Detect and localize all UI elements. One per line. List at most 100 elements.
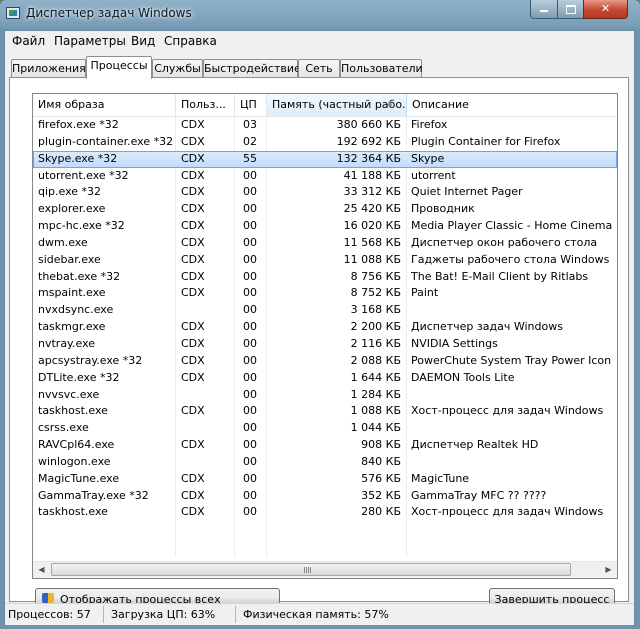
status-cpu: Загрузка ЦП: 63% (111, 608, 216, 621)
table-row[interactable]: nvvsvc.exe 00 1 284 КБ (33, 387, 617, 404)
process-description: The Bat! E-Mail Client by Ritlabs (411, 269, 589, 283)
table-row[interactable]: plugin-container.exe *32 CDX 02 192 692 КБ P… (33, 134, 617, 151)
menu-view[interactable]: Вид (131, 34, 155, 48)
table-row[interactable]: mspaint.exe CDX 00 8 752 КБ Paint (33, 285, 617, 302)
title-bar[interactable]: Диспетчер задач Windows ✕ (0, 0, 640, 30)
menu-options[interactable]: Параметры (54, 34, 126, 48)
table-row[interactable]: nvxdsync.exe 00 3 168 КБ (33, 302, 617, 319)
column-header-image-name[interactable]: Имя образа (33, 94, 176, 116)
close-button[interactable]: ✕ (583, 0, 628, 19)
tab-users[interactable]: Пользователи (340, 59, 423, 78)
table-row[interactable]: Skype.exe *32 CDX 55 132 364 КБ Skype (33, 150, 617, 168)
process-table: Имя образа Польз... ЦП ▲ Память (частный… (32, 93, 618, 579)
process-rows: firefox.exe *32 CDX 03 380 660 КБ Firefox plu… (33, 117, 617, 521)
menu-help[interactable]: Справка (164, 34, 217, 48)
table-row[interactable]: nvtray.exe CDX 00 2 116 КБ NVIDIA Settings (33, 336, 617, 353)
status-bar: Процессов: 57 Загрузка ЦП: 63% Физическа… (5, 603, 634, 625)
process-memory: 11 088 КБ (343, 252, 401, 266)
process-memory: 1 284 КБ (350, 387, 401, 401)
table-row[interactable]: RAVCpl64.exe CDX 00 908 КБ Диспетчер Realtek… (33, 437, 617, 454)
process-name: MagicTune.exe (38, 471, 120, 485)
process-description: PowerChute System Tray Power Icon (411, 353, 612, 367)
table-row[interactable]: apcsystray.exe *32 CDX 00 2 088 КБ PowerChut… (33, 353, 617, 370)
tab-applications[interactable]: Приложения (11, 59, 86, 78)
column-header-user[interactable]: Польз... (176, 94, 235, 116)
scrollbar-thumb[interactable] (51, 563, 571, 576)
process-description: Диспетчер задач Windows (411, 320, 563, 334)
process-user: CDX (181, 488, 205, 502)
process-name: firefox.exe *32 (38, 118, 119, 131)
tab-performance[interactable]: Быстродействие (203, 59, 301, 78)
process-name: taskhost.exe (38, 404, 108, 418)
process-user: CDX (181, 219, 205, 233)
table-row[interactable]: taskhost.exe CDX 00 280 КБ Хост-процесс для … (33, 504, 617, 521)
scroll-right-icon[interactable]: ▶ (600, 562, 617, 578)
table-row[interactable]: DTLite.exe *32 CDX 00 1 644 КБ DAEMON Tools … (33, 370, 617, 387)
table-row[interactable]: firefox.exe *32 CDX 03 380 660 КБ Firefox (33, 117, 617, 134)
process-name: winlogon.exe (38, 454, 111, 468)
process-user: CDX (181, 404, 205, 418)
minimize-button[interactable] (530, 0, 558, 19)
process-cpu: 00 (243, 252, 257, 266)
table-row[interactable]: taskmgr.exe CDX 00 2 200 КБ Диспетчер задач … (33, 319, 617, 336)
process-description: utorrent (411, 168, 456, 182)
process-memory: 380 660 КБ (336, 118, 401, 131)
scroll-left-icon[interactable]: ◀ (33, 562, 50, 578)
column-header-memory[interactable]: ▲ Память (частный рабо... (267, 94, 407, 116)
table-row[interactable]: mpc-hc.exe *32 CDX 00 16 020 КБ Media Player… (33, 218, 617, 235)
process-name: taskhost.exe (38, 505, 108, 519)
window-title: Диспетчер задач Windows (26, 6, 192, 20)
table-row[interactable]: thebat.exe *32 CDX 00 8 756 КБ The Bat! E-Ma… (33, 269, 617, 286)
table-row[interactable]: winlogon.exe 00 840 КБ (33, 454, 617, 471)
tab-processes[interactable]: Процессы (86, 56, 152, 79)
process-memory: 8 756 КБ (350, 269, 401, 283)
process-description: Проводник (411, 202, 475, 216)
process-description: Диспетчер Realtek HD (411, 438, 539, 452)
table-row[interactable]: MagicTune.exe CDX 00 576 КБ MagicTune (33, 471, 617, 488)
process-description: Plugin Container for Firefox (411, 134, 561, 148)
table-row[interactable]: taskhost.exe CDX 00 1 088 КБ Хост-процесс дл… (33, 403, 617, 420)
process-description: MagicTune (411, 471, 470, 485)
table-row[interactable]: sidebar.exe CDX 00 11 088 КБ Гаджеты рабочег… (33, 252, 617, 269)
column-header-description[interactable]: Описание (407, 94, 617, 116)
table-header: Имя образа Польз... ЦП ▲ Память (частный… (33, 94, 617, 117)
process-description: DAEMON Tools Lite (411, 370, 515, 384)
maximize-button[interactable] (557, 0, 584, 19)
process-user: CDX (181, 269, 205, 283)
process-cpu: 00 (243, 303, 257, 317)
menu-file[interactable]: Файл (12, 34, 45, 48)
close-icon: ✕ (600, 2, 611, 15)
process-name: thebat.exe *32 (38, 269, 121, 283)
process-cpu: 55 (243, 151, 257, 165)
process-description: Media Player Classic - Home Cinema (411, 219, 613, 233)
table-row[interactable]: csrss.exe 00 1 044 КБ (33, 420, 617, 437)
column-header-cpu[interactable]: ЦП (235, 94, 267, 116)
process-description: Paint (411, 286, 439, 300)
process-memory: 41 188 КБ (343, 168, 401, 182)
tab-services[interactable]: Службы (152, 59, 203, 78)
table-row[interactable]: dwm.exe CDX 00 11 568 КБ Диспетчер окон рабо… (33, 235, 617, 252)
process-memory: 2 088 КБ (350, 353, 401, 367)
process-name: csrss.exe (38, 421, 89, 435)
process-description: Quiet Internet Pager (411, 185, 523, 199)
horizontal-scrollbar[interactable]: ◀ ▶ (33, 561, 617, 578)
table-row[interactable]: utorrent.exe *32 CDX 00 41 188 КБ utorrent (33, 168, 617, 185)
tab-network[interactable]: Сеть (298, 59, 340, 78)
process-cpu: 00 (243, 286, 257, 300)
process-cpu: 00 (243, 471, 257, 485)
process-name: explorer.exe (38, 202, 106, 216)
process-cpu: 00 (243, 387, 257, 401)
process-name: plugin-container.exe *32 (38, 134, 174, 148)
process-user: CDX (181, 353, 205, 367)
process-description: Firefox (411, 118, 448, 131)
process-cpu: 00 (243, 336, 257, 350)
process-description: Гаджеты рабочего стола Windows (411, 252, 610, 266)
process-user: CDX (181, 185, 205, 199)
status-divider (235, 606, 236, 623)
table-row[interactable]: explorer.exe CDX 00 25 420 КБ Проводник (33, 201, 617, 218)
process-name: sidebar.exe (38, 252, 101, 266)
process-description: NVIDIA Settings (411, 336, 498, 350)
table-row[interactable]: qip.exe *32 CDX 00 33 312 КБ Quiet Internet … (33, 184, 617, 201)
table-row[interactable]: GammaTray.exe *32 CDX 00 352 КБ GammaTray MF… (33, 488, 617, 505)
process-user: CDX (181, 320, 205, 334)
